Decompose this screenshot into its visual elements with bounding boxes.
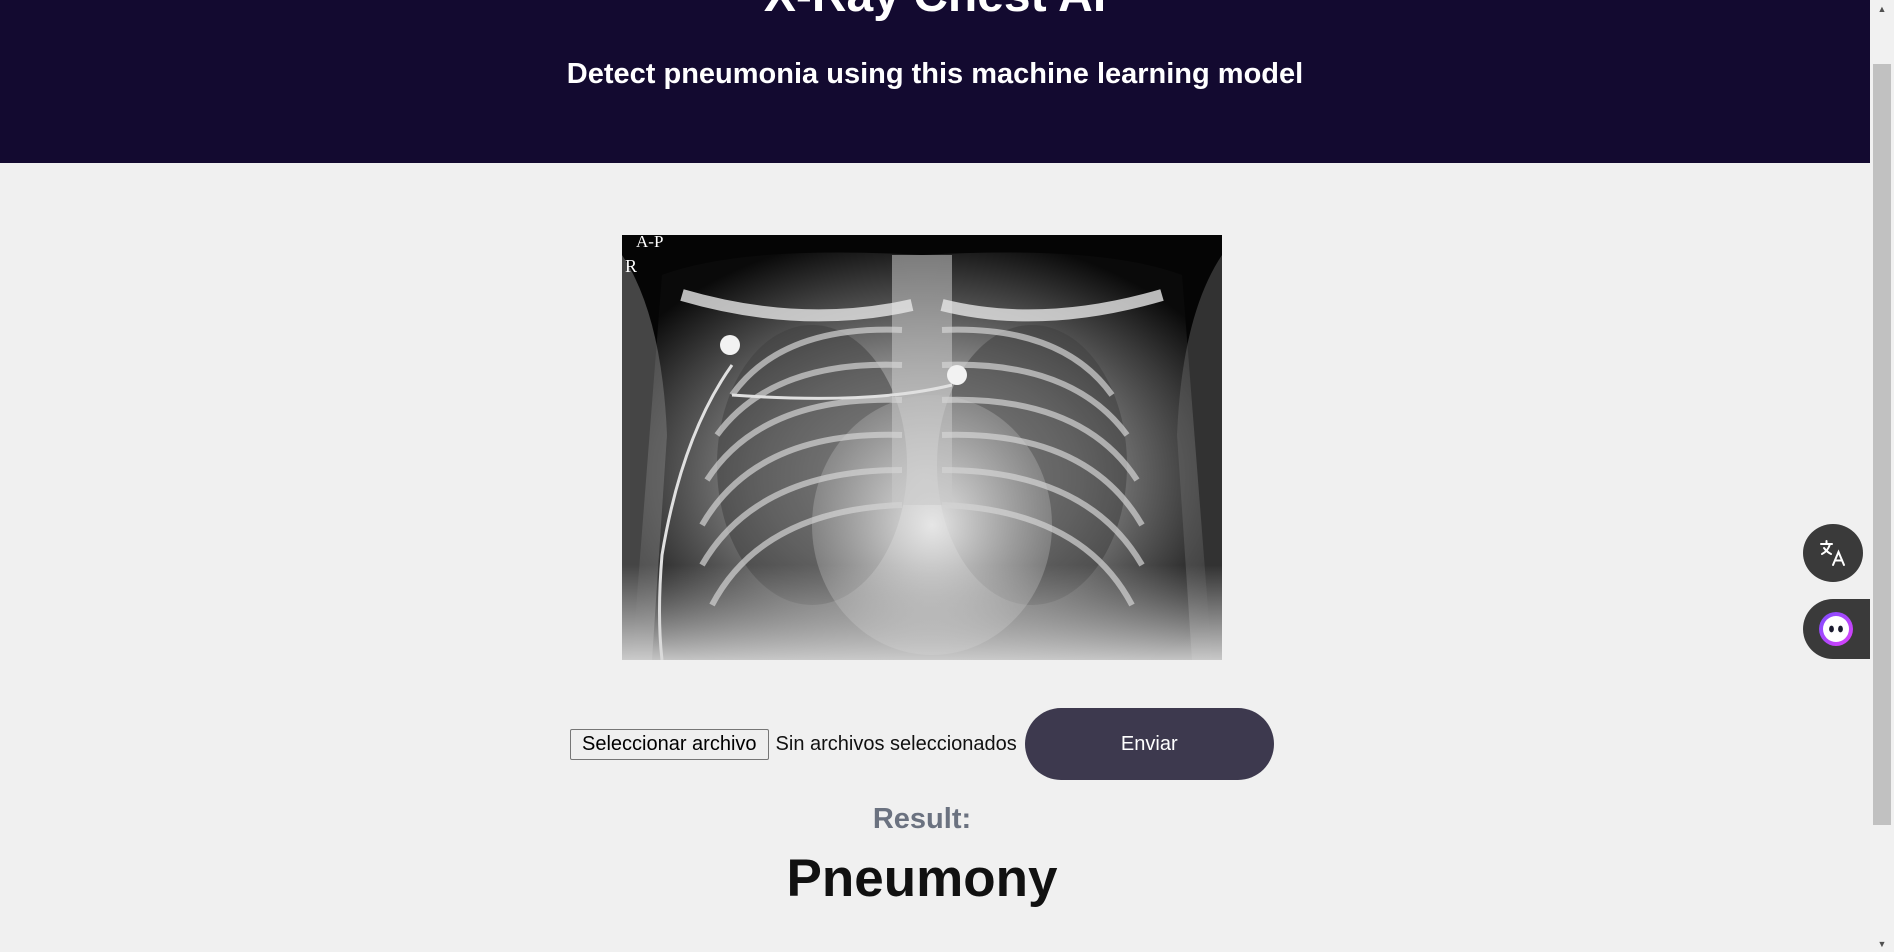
page-header: X-Ray Chest AI Detect pneumonia using th… <box>0 0 1870 163</box>
xray-illustration: A-P R <box>622 235 1222 660</box>
result-label: Result: <box>872 803 972 835</box>
result-value: Pneumony <box>786 849 1058 908</box>
scroll-down-arrow-icon[interactable]: ▼ <box>1870 935 1894 952</box>
scroll-up-arrow-icon[interactable]: ▲ <box>1870 0 1894 17</box>
page-title: X-Ray Chest AI <box>0 0 1870 24</box>
file-status-text: Sin archivos seleccionados <box>775 732 1017 755</box>
translate-widget-button[interactable] <box>1803 524 1863 582</box>
assistant-widget-button[interactable] <box>1803 599 1870 659</box>
upload-form: Seleccionar archivo Sin archivos selecci… <box>570 708 1274 780</box>
xray-marker-view: A-P <box>636 235 663 251</box>
scrollbar-thumb[interactable] <box>1873 64 1891 825</box>
viewport: X-Ray Chest AI Detect pneumonia using th… <box>0 0 1894 952</box>
choose-file-button[interactable]: Seleccionar archivo <box>570 728 769 760</box>
translate-icon <box>1820 540 1845 566</box>
xray-marker-side: R <box>625 256 637 276</box>
page-subtitle: Detect pneumonia using this machine lear… <box>566 58 1304 90</box>
xray-image: A-P R <box>622 235 1222 660</box>
submit-button[interactable]: Enviar <box>1024 708 1274 780</box>
vertical-scrollbar[interactable]: ▲ ▼ <box>1870 0 1894 952</box>
assistant-face-icon <box>1819 612 1853 646</box>
